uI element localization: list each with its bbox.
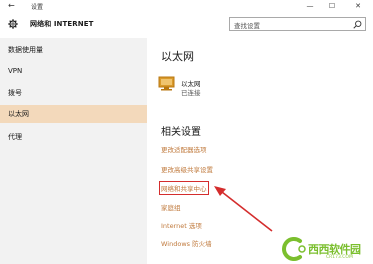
- related-settings-heading: 相关设置: [161, 127, 201, 138]
- search-placeholder: 查找设置: [234, 22, 260, 30]
- main-panel: 以太网 以太网 已连接 相关设置 更改适配器选项 更改高级共享设置 网络和共享中…: [147, 38, 373, 264]
- sidebar-item-vpn[interactable]: VPN: [0, 63, 147, 81]
- window-title: 设置: [31, 4, 44, 11]
- sidebar-item-dialup[interactable]: 拨号: [0, 84, 147, 102]
- link-network-sharing-center[interactable]: 网络和共享中心: [159, 181, 209, 195]
- gear-icon: [8, 19, 18, 29]
- sidebar-item-proxy[interactable]: 代理: [0, 128, 147, 146]
- watermark-url: CR173.COM: [326, 255, 353, 260]
- sidebar-item-data-usage[interactable]: 数据使用量: [0, 41, 147, 59]
- link-internet-options[interactable]: Internet 选项: [161, 220, 202, 230]
- sidebar: 数据使用量 VPN 拨号 以太网 代理: [0, 38, 147, 264]
- title-bar: ← 设置 — ☐ ✕: [0, 0, 373, 13]
- sidebar-item-label: 拨号: [8, 89, 22, 97]
- sidebar-item-label: 数据使用量: [8, 46, 43, 54]
- minimize-button[interactable]: —: [300, 0, 320, 13]
- maximize-button[interactable]: ☐: [322, 0, 342, 13]
- section-heading: 以太网: [161, 50, 194, 63]
- link-homegroup[interactable]: 家庭组: [161, 202, 181, 212]
- logo-mark-icon: [282, 237, 306, 261]
- page-title: 网络和 INTERNET: [30, 20, 94, 28]
- back-button[interactable]: ←: [8, 1, 15, 10]
- ethernet-icon: [158, 76, 175, 91]
- search-input[interactable]: 查找设置: [229, 17, 366, 31]
- sidebar-item-label: 以太网: [8, 110, 29, 118]
- link-advanced-sharing-settings[interactable]: 更改高级共享设置: [161, 164, 213, 174]
- link-windows-firewall[interactable]: Windows 防火墙: [161, 238, 212, 248]
- sidebar-item-label: 代理: [8, 133, 22, 141]
- sidebar-item-label: VPN: [8, 67, 23, 75]
- search-icon[interactable]: [353, 20, 362, 29]
- connection-status: 已连接: [181, 89, 201, 97]
- close-button[interactable]: ✕: [348, 0, 368, 13]
- sidebar-item-ethernet[interactable]: 以太网: [0, 105, 147, 123]
- watermark-logo: 西西软件园 CR173.COM: [278, 236, 373, 264]
- link-change-adapter-options[interactable]: 更改适配器选项: [161, 144, 207, 154]
